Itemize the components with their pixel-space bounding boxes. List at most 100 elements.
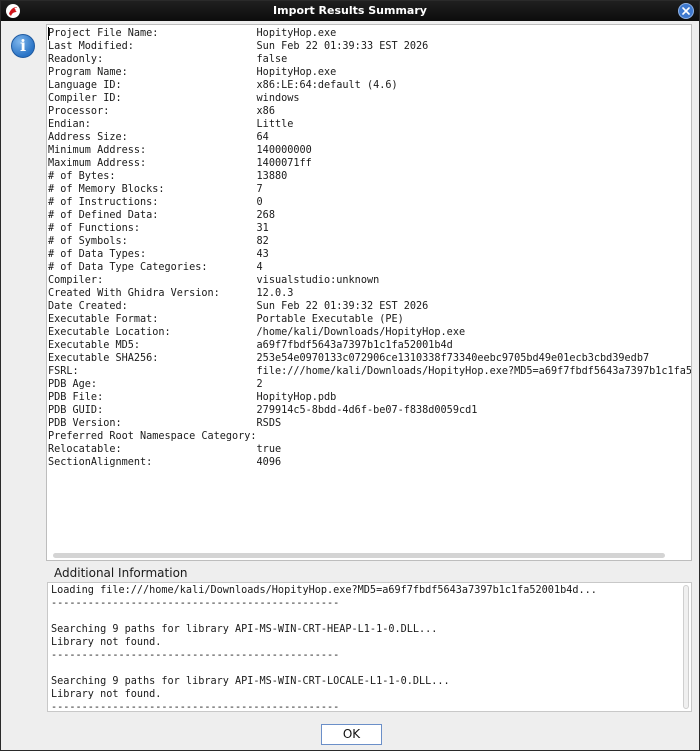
- summary-key: Compiler:: [48, 275, 104, 286]
- summary-value: 1400071ff: [256, 158, 312, 169]
- summary-row: # of Symbols: 82: [48, 235, 691, 248]
- summary-row: Executable Format: Portable Executable (P…: [48, 313, 691, 326]
- additional-information-title: Additional Information: [54, 566, 188, 580]
- summary-row: Last Modified: Sun Feb 22 01:39:33 EST 20…: [48, 40, 691, 53]
- summary-row: Executable Location: /home/kali/Downloads…: [48, 326, 691, 339]
- summary-key: Compiler ID:: [48, 93, 122, 104]
- summary-row: Address Size: 64: [48, 131, 691, 144]
- summary-value: x86:LE:64:default (4.6): [256, 80, 398, 91]
- summary-value: windows: [256, 93, 300, 104]
- summary-row: # of Bytes: 13880: [48, 170, 691, 183]
- summary-key: PDB GUID:: [48, 405, 104, 416]
- summary-key: PDB Age:: [48, 379, 98, 390]
- horizontal-scrollbar[interactable]: [53, 553, 665, 558]
- summary-value: Portable Executable (PE): [256, 314, 404, 325]
- summary-row: # of Instructions: 0: [48, 196, 691, 209]
- summary-value: RSDS: [256, 418, 282, 429]
- summary-key: Minimum Address:: [48, 145, 147, 156]
- summary-key: # of Data Type Categories:: [48, 262, 208, 273]
- summary-value: Sun Feb 22 01:39:33 EST 2026: [256, 41, 429, 52]
- summary-value: 253e54e0970133c072906ce1310338f73340eebc…: [256, 353, 650, 364]
- summary-value: x86: [256, 106, 275, 117]
- summary-row: Minimum Address: 140000000: [48, 144, 691, 157]
- log-line: Searching 9 paths for library API-MS-WIN…: [51, 676, 450, 687]
- summary-row: Compiler ID: windows: [48, 92, 691, 105]
- summary-value: 4096: [256, 457, 282, 468]
- summary-key: Date Created:: [48, 301, 128, 312]
- summary-row: # of Functions: 31: [48, 222, 691, 235]
- ok-button[interactable]: OK: [321, 724, 382, 745]
- log-line: Searching 9 paths for library API-MS-WIN…: [51, 624, 438, 635]
- summary-value: 0: [256, 197, 263, 208]
- summary-key: Preferred Root Namespace Category:: [48, 431, 257, 442]
- summary-row: # of Data Types: 43: [48, 248, 691, 261]
- summary-key: Project File Name:: [48, 28, 159, 39]
- import-results-dialog: Import Results Summary i Project File Na…: [0, 0, 700, 751]
- summary-key: FSRL:: [48, 366, 79, 377]
- summary-row: Endian: Little: [48, 118, 691, 131]
- summary-value: 7: [256, 184, 263, 195]
- summary-key: # of Memory Blocks:: [48, 184, 165, 195]
- summary-value: HopityHop.pdb: [256, 392, 337, 403]
- summary-value: 31: [256, 223, 269, 234]
- summary-value: 43: [256, 249, 269, 260]
- summary-key: # of Defined Data:: [48, 210, 159, 221]
- summary-value: 279914c5-8bdd-4d6f-be07-f838d0059cd1: [256, 405, 478, 416]
- close-button[interactable]: [678, 3, 694, 19]
- summary-row: PDB File: HopityHop.pdb: [48, 391, 691, 404]
- summary-key: Endian:: [48, 119, 91, 130]
- summary-row: Project File Name: HopityHop.exe: [48, 27, 691, 40]
- summary-row: FSRL: file:///home/kali/Downloads/HopityH…: [48, 365, 691, 378]
- close-icon: [682, 7, 690, 15]
- summary-row: PDB Age: 2: [48, 378, 691, 391]
- summary-key: Processor:: [48, 106, 110, 117]
- log-line: ----------------------------------------…: [51, 598, 340, 609]
- summary-row: Preferred Root Namespace Category:: [48, 430, 691, 443]
- summary-key: # of Bytes:: [48, 171, 116, 182]
- summary-key: SectionAlignment:: [48, 457, 153, 468]
- log-line: Library not found.: [51, 689, 162, 700]
- summary-key: Address Size:: [48, 132, 128, 143]
- summary-value: 64: [256, 132, 269, 143]
- summary-key: Created With Ghidra Version:: [48, 288, 220, 299]
- summary-value: 13880: [256, 171, 288, 182]
- summary-key: # of Symbols:: [48, 236, 128, 247]
- summary-row: Executable MD5: a69f7fbdf5643a7397b1c1fa5…: [48, 339, 691, 352]
- summary-row: Processor: x86: [48, 105, 691, 118]
- summary-value: Sun Feb 22 01:39:32 EST 2026: [256, 301, 429, 312]
- log-line: Library not found.: [51, 637, 162, 648]
- summary-key: # of Data Types:: [48, 249, 147, 260]
- summary-row: SectionAlignment: 4096: [48, 456, 691, 469]
- summary-row: # of Data Type Categories: 4: [48, 261, 691, 274]
- additional-information-log[interactable]: Loading file:///home/kali/Downloads/Hopi…: [47, 582, 692, 712]
- summary-row: # of Memory Blocks: 7: [48, 183, 691, 196]
- summary-key: PDB Version:: [48, 418, 122, 429]
- summary-text-area[interactable]: Project File Name: HopityHop.exe Last Modi…: [46, 24, 692, 561]
- summary-value: 12.0.3: [256, 288, 294, 299]
- summary-value: 4: [256, 262, 263, 273]
- summary-table: Project File Name: HopityHop.exe Last Modi…: [48, 27, 691, 469]
- summary-value: 82: [256, 236, 269, 247]
- window-title: Import Results Summary: [273, 4, 427, 17]
- summary-key: Executable Format:: [48, 314, 159, 325]
- summary-value: true: [256, 444, 282, 455]
- summary-key: Readonly:: [48, 54, 104, 65]
- summary-value: a69f7fbdf5643a7397b1c1fa52001b4d: [256, 340, 453, 351]
- summary-row: Date Created: Sun Feb 22 01:39:32 EST 202…: [48, 300, 691, 313]
- summary-value: 268: [256, 210, 275, 221]
- summary-row: Compiler: visualstudio:unknown: [48, 274, 691, 287]
- summary-value: HopityHop.exe: [256, 67, 337, 78]
- summary-key: Language ID:: [48, 80, 122, 91]
- summary-key: Executable SHA256:: [48, 353, 159, 364]
- summary-key: Maximum Address:: [48, 158, 147, 169]
- summary-value: 140000000: [256, 145, 312, 156]
- summary-key: Program Name:: [48, 67, 128, 78]
- log-line: Loading file:///home/kali/Downloads/Hopi…: [51, 585, 597, 596]
- title-bar[interactable]: Import Results Summary: [1, 1, 699, 21]
- summary-row: Readonly: false: [48, 53, 691, 66]
- summary-value: [257, 430, 691, 443]
- summary-row: # of Defined Data: 268: [48, 209, 691, 222]
- vertical-scrollbar[interactable]: [683, 585, 689, 709]
- summary-key: Relocatable:: [48, 444, 122, 455]
- summary-row: Executable SHA256: 253e54e0970133c072906c…: [48, 352, 691, 365]
